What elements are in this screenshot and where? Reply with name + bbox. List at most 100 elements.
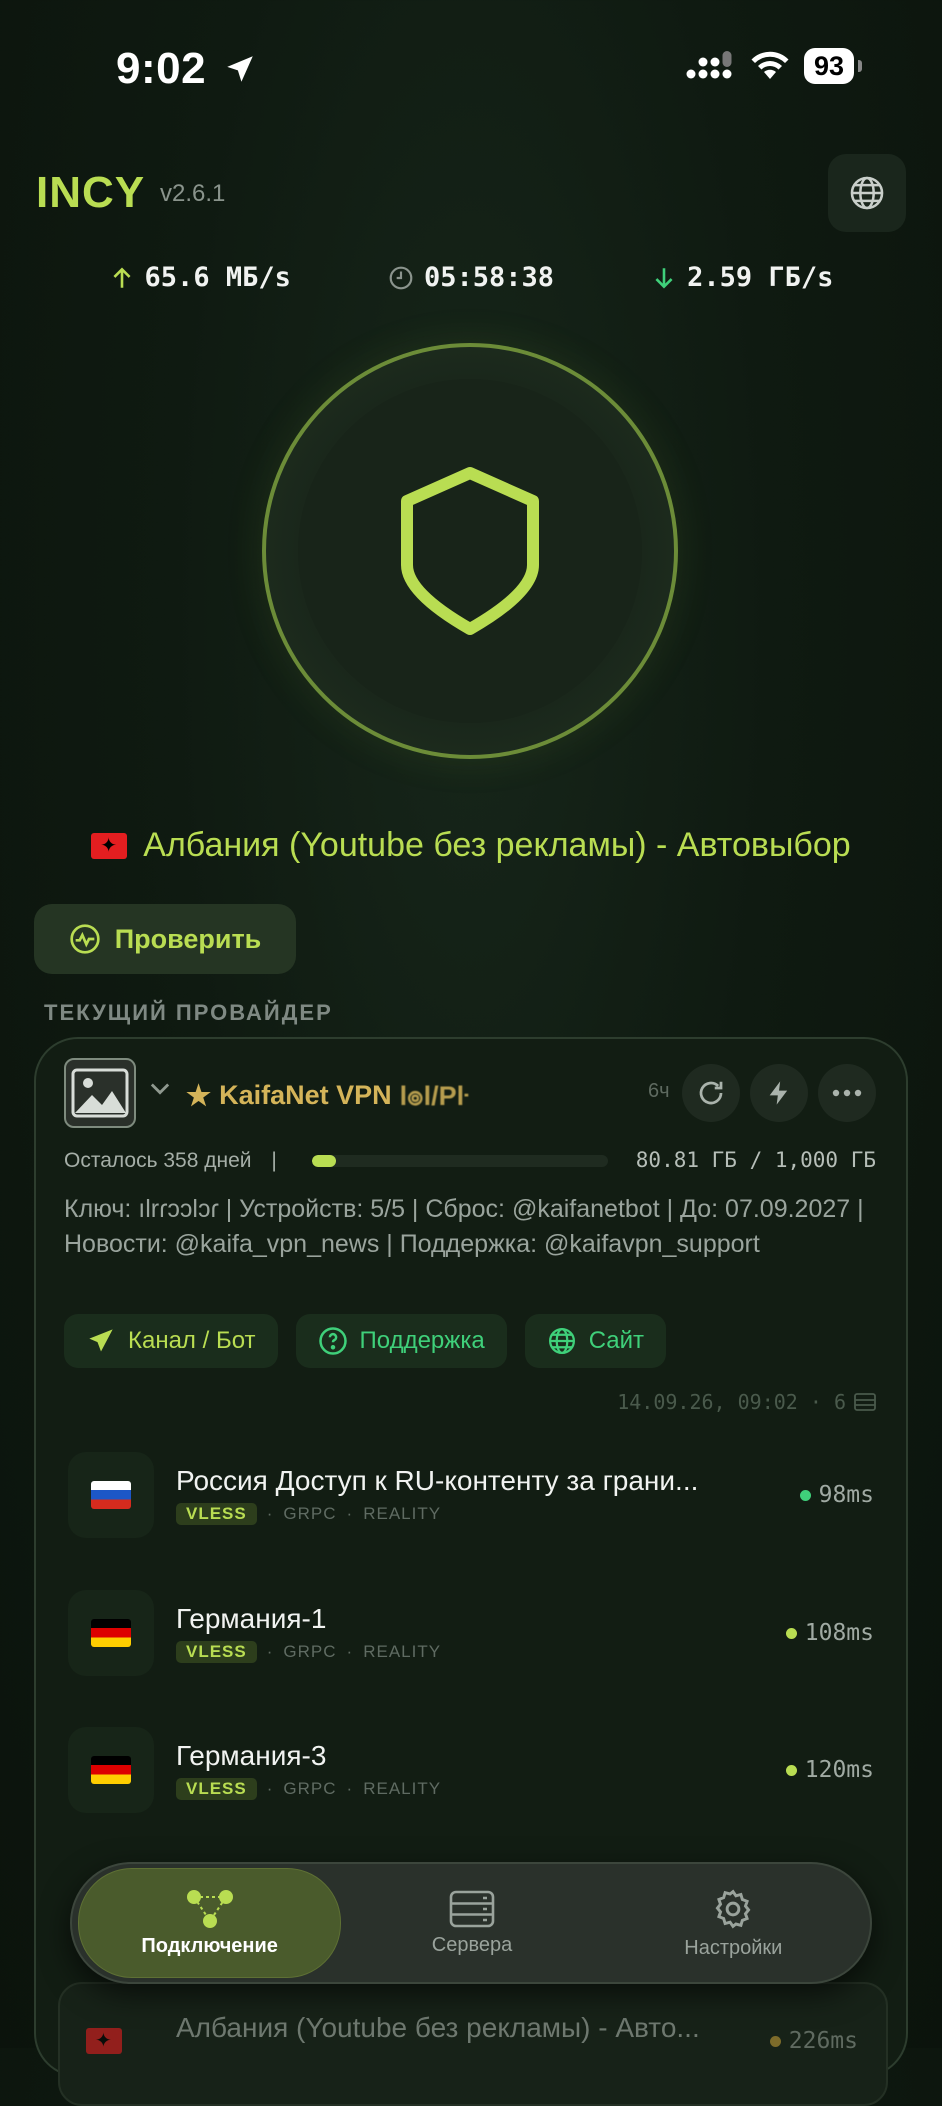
ping-value: 108ms xyxy=(804,1620,874,1646)
nav-tab-connection[interactable]: Подключение xyxy=(78,1868,342,1978)
ping-value: 98ms xyxy=(818,1482,874,1508)
website-label: Сайт xyxy=(588,1327,645,1354)
traffic-usage: 80.81 ГБ / 1,000 ГБ xyxy=(635,1148,876,1172)
lightning-icon xyxy=(769,1081,788,1105)
nav-tab-settings[interactable]: Настройки xyxy=(603,1869,864,1977)
server-flag xyxy=(68,1727,154,1813)
transport-tag: GRPC xyxy=(283,1504,337,1523)
protocol-badge: VLESS xyxy=(176,1641,257,1663)
globe-icon xyxy=(548,1328,575,1354)
server-row-partial[interactable] xyxy=(58,1982,888,2106)
protocol-badge: VLESS xyxy=(176,1503,257,1525)
image-placeholder-icon xyxy=(71,1068,129,1118)
nav-connection-label: Подключение xyxy=(141,1934,278,1957)
shield-icon xyxy=(401,467,539,635)
battery-indicator: 93 xyxy=(803,48,863,84)
more-horizontal-icon xyxy=(832,1089,862,1097)
app-version: v2.6.1 xyxy=(160,180,226,207)
days-separator: | xyxy=(271,1149,277,1172)
nav-tab-servers[interactable]: Сервера xyxy=(341,1869,602,1977)
ping-value: 226ms xyxy=(788,2028,858,2054)
connect-toggle-inner xyxy=(298,379,642,723)
security-tag: REALITY xyxy=(363,1504,442,1523)
provider-section-label: ТЕКУЩИЙ ПРОВАЙДЕР xyxy=(44,1000,333,1025)
clock-icon xyxy=(389,266,413,289)
app-brand: INCY xyxy=(36,168,146,217)
security-tag: REALITY xyxy=(363,1779,442,1798)
albania-flag-icon xyxy=(91,832,128,859)
arrow-up-icon xyxy=(113,266,131,288)
server-flag xyxy=(86,2028,122,2059)
provider-name-text: KaifaNet VPN xyxy=(219,1080,392,1110)
chevron-down-icon xyxy=(150,1083,170,1095)
location-arrow-icon xyxy=(227,56,253,82)
session-time-value: 05:58:38 xyxy=(423,262,555,293)
server-row[interactable]: Германия-1 VLESS · GRPC · REALITY 108ms xyxy=(68,1590,874,1676)
provider-image[interactable] xyxy=(64,1058,136,1128)
ping-status-dot xyxy=(785,1627,797,1639)
download-value: 2.59 ГБ/s xyxy=(687,262,834,293)
wifi-icon xyxy=(751,51,789,79)
server-tags: VLESS · GRPC · REALITY xyxy=(176,1778,786,1800)
transport-tag: GRPC xyxy=(283,1779,337,1798)
ping-status-dot xyxy=(799,1489,811,1501)
status-time: 9:02 xyxy=(116,44,257,94)
traffic-stats: 65.6 МБ/s 05:58:38 2.59 ГБ/s xyxy=(0,262,942,293)
status-indicators: 93 xyxy=(686,48,863,84)
server-name: Россия Доступ к RU-контенту за грани... xyxy=(176,1465,699,1496)
server-ping: 226ms xyxy=(769,2028,858,2054)
nav-servers-label: Сервера xyxy=(431,1933,513,1956)
channel-bot-link[interactable]: Канал / Бот xyxy=(64,1314,278,1368)
pulse-icon xyxy=(70,924,100,954)
refresh-icon xyxy=(699,1081,723,1105)
selected-server-name: Албания (Youtube без рекламы) - Автовыбо… xyxy=(143,826,851,864)
updated-text: 14.09.26, 09:02 · 6 xyxy=(617,1390,846,1414)
upload-value: 65.6 МБ/s xyxy=(144,262,291,293)
support-link[interactable]: Поддержка xyxy=(295,1314,507,1368)
provider-name-suffix: l๏l/Pŀ xyxy=(399,1081,470,1111)
server-row[interactable]: Россия Доступ к RU-контенту за грани... … xyxy=(68,1452,874,1538)
subscription-days-left: Осталось 358 дней | xyxy=(64,1149,277,1173)
provider-expand-toggle[interactable] xyxy=(146,1074,174,1107)
ping-value: 120ms xyxy=(804,1757,874,1783)
send-icon xyxy=(89,1329,113,1352)
server-row[interactable]: Германия-3 VLESS · GRPC · REALITY 120ms xyxy=(68,1727,874,1813)
albania-flag-icon xyxy=(86,2028,122,2054)
server-icon xyxy=(449,1890,495,1927)
speedtest-button[interactable] xyxy=(750,1064,808,1122)
server-name: Албания (Youtube без рекламы) - Авто... xyxy=(176,2012,700,2043)
language-button[interactable] xyxy=(828,154,906,232)
server-ping: 120ms xyxy=(785,1757,874,1783)
germany-flag-icon xyxy=(91,1619,131,1647)
help-circle-icon xyxy=(318,1327,347,1355)
star-icon: ★ xyxy=(186,1080,212,1111)
traffic-progress-bar xyxy=(312,1155,608,1167)
transport-tag: GRPC xyxy=(283,1642,337,1661)
globe-icon xyxy=(850,176,884,210)
check-connection-label: Проверить xyxy=(114,923,262,954)
provider-links: Канал / Бот Поддержка Сайт xyxy=(64,1314,667,1368)
ping-status-dot xyxy=(785,1764,797,1776)
download-speed: 2.59 ГБ/s xyxy=(651,262,833,293)
check-connection-button[interactable]: Проверить xyxy=(34,904,296,974)
upload-speed: 65.6 МБ/s xyxy=(109,262,291,293)
selected-server-title: Албания (Youtube без рекламы) - Автовыбо… xyxy=(0,826,942,865)
provider-update-info: 14.09.26, 09:02 · 6 xyxy=(617,1390,876,1414)
server-tags: VLESS · GRPC · REALITY xyxy=(176,1641,786,1663)
clock-text: 9:02 xyxy=(116,44,207,93)
provider-description: Ключ: ılrɾᴐɔlᴐɾ | Устройств: 5/5 | Сброс… xyxy=(64,1195,864,1258)
more-options-button[interactable] xyxy=(818,1064,876,1122)
traffic-progress-fill xyxy=(312,1155,336,1167)
provider-age: 6ч xyxy=(648,1080,670,1102)
security-tag: REALITY xyxy=(363,1642,442,1661)
ping-status-dot xyxy=(769,2035,781,2047)
refresh-provider-button[interactable] xyxy=(682,1064,740,1122)
server-ping: 108ms xyxy=(785,1620,874,1646)
russia-flag-icon xyxy=(91,1481,131,1509)
network-nodes-icon xyxy=(186,1889,233,1928)
nav-settings-label: Настройки xyxy=(684,1936,783,1959)
cellular-signal-icon xyxy=(686,51,732,79)
server-name: Германия-3 xyxy=(176,1740,327,1771)
website-link[interactable]: Сайт xyxy=(524,1314,667,1368)
connect-toggle-button[interactable] xyxy=(262,343,678,759)
